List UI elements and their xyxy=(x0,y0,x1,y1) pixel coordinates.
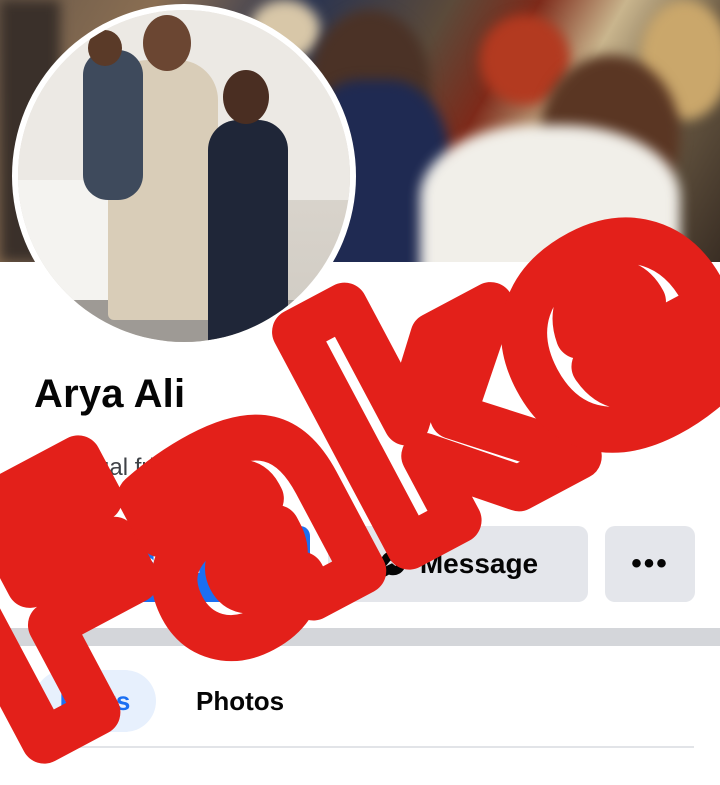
person-add-icon xyxy=(81,552,110,576)
mutual-friends[interactable]: 3 mutual friends xyxy=(36,454,207,482)
messenger-icon xyxy=(380,551,406,577)
add-friend-button[interactable]: Add friend xyxy=(32,526,310,602)
message-label: Message xyxy=(419,548,539,579)
tab-photos[interactable]: Photos xyxy=(196,670,284,732)
more-icon: ••• xyxy=(631,547,669,580)
tabs-divider xyxy=(34,746,694,748)
profile-name: Arya Ali xyxy=(34,372,186,416)
mutual-friends-label: mutual friends xyxy=(56,454,207,481)
add-friend-label: Add friend xyxy=(122,548,262,579)
message-button[interactable]: Message xyxy=(328,526,588,602)
section-divider xyxy=(0,628,720,646)
profile-picture[interactable] xyxy=(12,4,356,348)
mutual-friends-count: 3 xyxy=(36,454,50,481)
tab-posts[interactable]: Posts xyxy=(34,670,156,732)
more-options-button[interactable]: ••• xyxy=(605,526,695,602)
